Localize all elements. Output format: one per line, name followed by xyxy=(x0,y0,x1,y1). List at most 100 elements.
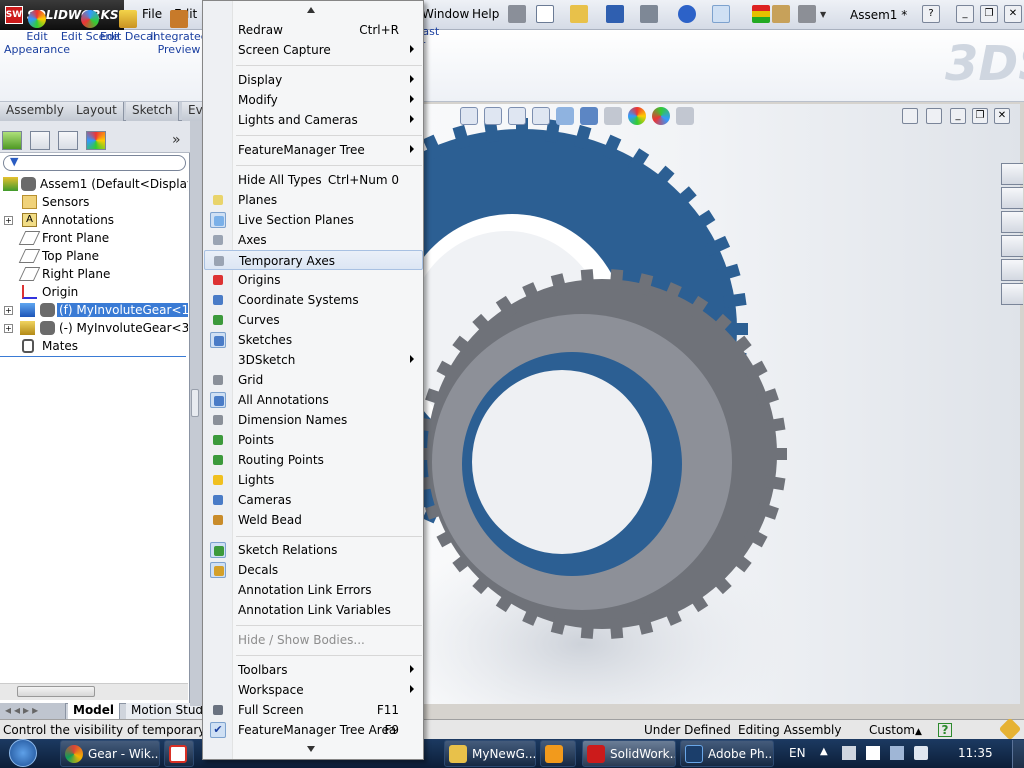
menu-item-points[interactable]: Points xyxy=(204,430,423,450)
menu-item-annotation-link-variables[interactable]: Annotation Link Variables xyxy=(204,600,423,620)
menu-item-annotation-link-errors[interactable]: Annotation Link Errors xyxy=(204,580,423,600)
rebuild-icon[interactable] xyxy=(752,5,770,23)
menu-item-decals[interactable]: Decals xyxy=(204,560,423,580)
menu-item-hide-all-types[interactable]: Hide All Types Ctrl+Num 0 xyxy=(204,170,423,190)
tree-item-front-plane[interactable]: Front Plane xyxy=(0,229,188,247)
close-icon[interactable]: ✕ xyxy=(1004,5,1022,23)
volume-icon[interactable] xyxy=(914,746,928,760)
menu-scroll-up-icon[interactable] xyxy=(307,7,315,13)
menu-item-3dsketch[interactable]: 3DSketch xyxy=(204,350,423,370)
tree-item-gear-3[interactable]: + (-) MyInvoluteGear<3> ( xyxy=(0,319,188,337)
menu-item-planes[interactable]: Planes xyxy=(204,190,423,210)
undo-icon[interactable] xyxy=(678,5,696,23)
view-settings-icon[interactable] xyxy=(676,107,694,125)
expand-icon[interactable]: + xyxy=(4,306,13,315)
taskbar-explorer[interactable]: MyNewG... xyxy=(444,740,536,767)
restore-icon[interactable]: ❐ xyxy=(980,5,998,23)
menu-item-toolbars[interactable]: Toolbars xyxy=(204,660,423,680)
tab-assembly[interactable]: Assembly xyxy=(0,102,71,121)
tree-item-origin[interactable]: Origin xyxy=(0,283,188,301)
menu-item-grid[interactable]: Grid xyxy=(204,370,423,390)
feature-manager-tab-icon[interactable] xyxy=(2,131,22,150)
menu-scroll-down-icon[interactable] xyxy=(307,746,315,752)
menu-item-redraw[interactable]: Redraw Ctrl+R xyxy=(204,20,423,40)
menu-item-coordinate-systems[interactable]: Coordinate Systems xyxy=(204,290,423,310)
taskpane-explorer-icon[interactable] xyxy=(1001,211,1023,233)
viewport-minimize-icon[interactable]: _ xyxy=(950,108,966,124)
configuration-manager-tab-icon[interactable] xyxy=(58,131,78,150)
tree-item-sensors[interactable]: Sensors xyxy=(0,193,188,211)
panel-splitter[interactable] xyxy=(190,121,202,706)
taskbar-gmail[interactable] xyxy=(164,740,194,767)
tree-item-annotations[interactable]: + A Annotations xyxy=(0,211,188,229)
taskbar-chrome[interactable]: Gear - Wik... xyxy=(60,740,160,767)
show-desktop-button[interactable] xyxy=(1012,740,1024,768)
taskbar-media[interactable] xyxy=(540,740,576,767)
menu-item-featuremanager-tree-area[interactable]: ✔ FeatureManager Tree Area F9 xyxy=(204,720,423,740)
tab-sketch[interactable]: Sketch xyxy=(126,102,180,121)
viewport-close-icon[interactable]: ✕ xyxy=(994,108,1010,124)
display-manager-tab-icon[interactable] xyxy=(86,131,106,150)
display-style-icon[interactable] xyxy=(580,107,598,125)
units-selector[interactable]: Custom xyxy=(869,723,915,737)
file-properties-icon[interactable] xyxy=(772,5,790,23)
menu-item-modify[interactable]: Modify xyxy=(204,90,423,110)
property-manager-tab-icon[interactable] xyxy=(30,131,50,150)
menu-item-workspace[interactable]: Workspace xyxy=(204,680,423,700)
taskbar-solidworks[interactable]: SolidWork... xyxy=(582,740,676,767)
filter-input[interactable]: ▼ xyxy=(3,155,186,171)
menu-item-lights[interactable]: Lights xyxy=(204,470,423,490)
pin-icon[interactable] xyxy=(508,5,526,23)
zoom-to-area-icon[interactable] xyxy=(484,107,502,125)
taskpane-custom-properties-icon[interactable] xyxy=(1001,283,1023,305)
print-icon[interactable] xyxy=(640,5,658,23)
new-document-icon[interactable] xyxy=(536,5,554,23)
menu-item-hide-show-bodies[interactable]: Hide / Show Bodies... xyxy=(204,630,423,650)
options-dropdown-icon[interactable]: ▼ xyxy=(820,10,826,19)
rollback-bar[interactable] xyxy=(0,356,186,357)
tile-view-icon[interactable] xyxy=(902,108,918,124)
menu-item-live-section-planes[interactable]: Live Section Planes xyxy=(204,210,423,230)
menu-item-lights-and-cameras[interactable]: Lights and Cameras xyxy=(204,110,423,130)
tab-layout[interactable]: Layout xyxy=(70,102,124,121)
menu-item-origins[interactable]: Origins xyxy=(204,270,423,290)
taskpane-library-icon[interactable] xyxy=(1001,187,1023,209)
taskpane-appearances-icon[interactable] xyxy=(1001,259,1023,281)
menu-item-weld-bead[interactable]: Weld Bead xyxy=(204,510,423,530)
options-icon[interactable] xyxy=(798,5,816,23)
menu-help[interactable]: Help xyxy=(472,7,499,21)
menu-item-screen-capture[interactable]: Screen Capture xyxy=(204,40,423,60)
show-hidden-icons-icon[interactable]: ▲ xyxy=(820,746,828,757)
split-view-icon[interactable] xyxy=(926,108,942,124)
expand-icon[interactable]: + xyxy=(4,324,13,333)
menu-item-sketch-relations[interactable]: Sketch Relations xyxy=(204,540,423,560)
apply-scene-icon[interactable] xyxy=(652,107,670,125)
tree-item-right-plane[interactable]: Right Plane xyxy=(0,265,188,283)
section-view-icon[interactable] xyxy=(532,107,550,125)
taskpane-home-icon[interactable] xyxy=(1001,163,1023,185)
menu-item-curves[interactable]: Curves xyxy=(204,310,423,330)
viewport-restore-icon[interactable]: ❐ xyxy=(972,108,988,124)
edit-appearance-view-icon[interactable] xyxy=(628,107,646,125)
menu-item-temporary-axes[interactable]: Temporary Axes xyxy=(204,250,423,270)
network-icon[interactable] xyxy=(890,746,904,760)
help-status-icon[interactable]: ? xyxy=(938,723,952,737)
tree-item-assembly[interactable]: Assem1 (Default<Display St xyxy=(0,175,188,193)
menu-item-routing-points[interactable]: Routing Points xyxy=(204,450,423,470)
menu-item-sketches[interactable]: Sketches xyxy=(204,330,423,350)
menu-item-all-annotations[interactable]: All Annotations xyxy=(204,390,423,410)
open-folder-icon[interactable] xyxy=(570,5,588,23)
menu-item-display[interactable]: Display xyxy=(204,70,423,90)
tray-app-icon[interactable] xyxy=(842,746,856,760)
select-arrow-icon[interactable] xyxy=(712,5,730,23)
help-question-icon[interactable]: ? xyxy=(922,5,940,23)
tree-item-mates[interactable]: Mates xyxy=(0,337,188,355)
menu-window[interactable]: Window xyxy=(422,7,469,21)
taskbar-photoshop[interactable]: Adobe Ph... xyxy=(680,740,774,767)
tree-item-top-plane[interactable]: Top Plane xyxy=(0,247,188,265)
view-orientation-icon[interactable] xyxy=(556,107,574,125)
clock[interactable]: 11:35 xyxy=(958,746,993,760)
menu-item-featuremanager-tree[interactable]: FeatureManager Tree xyxy=(204,140,423,160)
units-dropdown-icon[interactable]: ▲ xyxy=(915,727,922,737)
expand-icon[interactable]: + xyxy=(4,216,13,225)
